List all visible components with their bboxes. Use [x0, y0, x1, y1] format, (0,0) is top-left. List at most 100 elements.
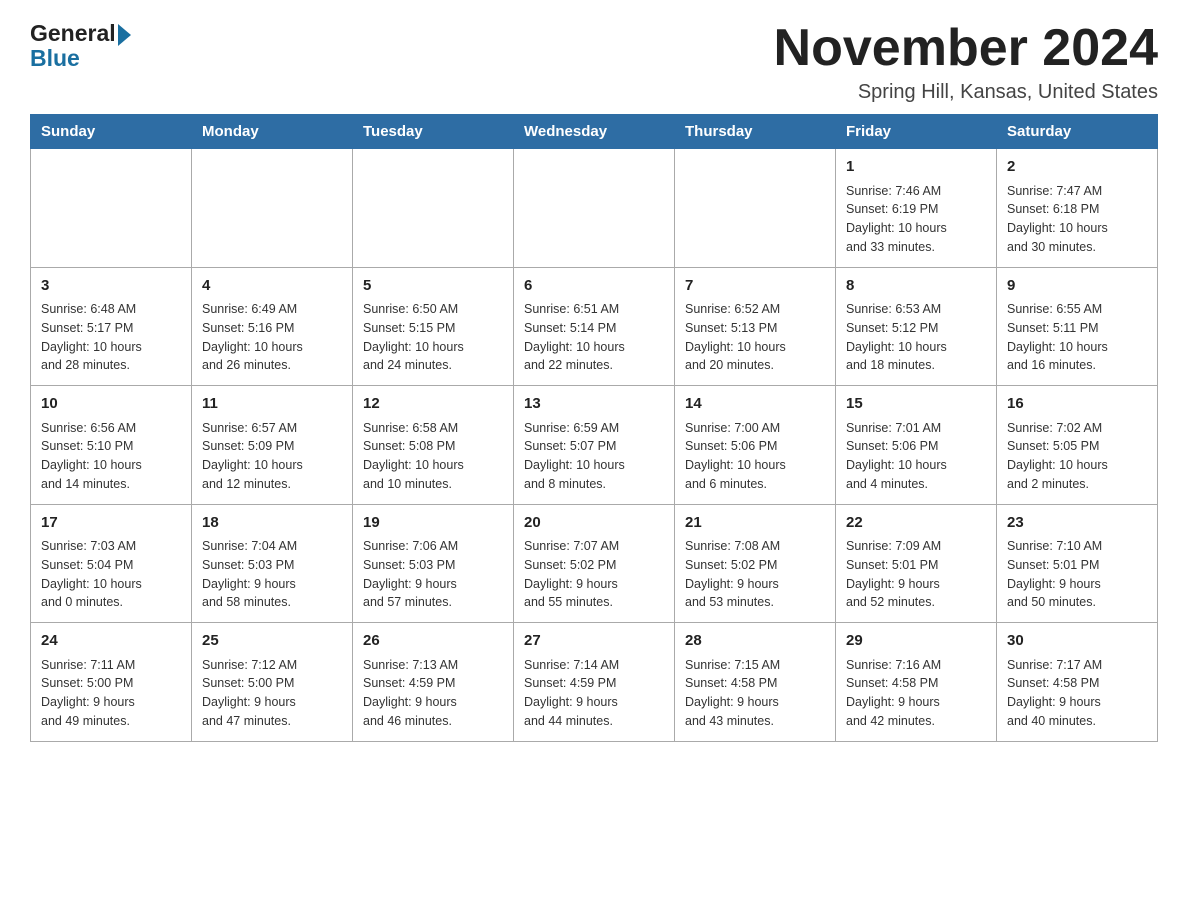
header-day-wednesday: Wednesday [514, 115, 675, 149]
calendar-cell [192, 149, 353, 268]
header-day-tuesday: Tuesday [353, 115, 514, 149]
day-number: 4 [202, 275, 342, 298]
calendar-cell: 15Sunrise: 7:01 AM Sunset: 5:06 PM Dayli… [836, 386, 997, 505]
calendar-cell: 4Sunrise: 6:49 AM Sunset: 5:16 PM Daylig… [192, 267, 353, 386]
day-info: Sunrise: 7:02 AM Sunset: 5:05 PM Dayligh… [1007, 419, 1147, 494]
day-info: Sunrise: 6:50 AM Sunset: 5:15 PM Dayligh… [363, 300, 503, 375]
calendar-cell [31, 149, 192, 268]
day-info: Sunrise: 7:11 AM Sunset: 5:00 PM Dayligh… [41, 656, 181, 731]
day-number: 23 [1007, 512, 1147, 535]
day-number: 21 [685, 512, 825, 535]
day-number: 26 [363, 630, 503, 653]
day-info: Sunrise: 7:01 AM Sunset: 5:06 PM Dayligh… [846, 419, 986, 494]
calendar-cell: 11 Sunrise: 6:57 AM Sunset: 5:09 PM Dayli… [192, 386, 353, 505]
day-info: Sunrise: 7:12 AM Sunset: 5:00 PM Dayligh… [202, 656, 342, 731]
day-number: 12 [363, 393, 503, 416]
day-number: 11 [202, 393, 342, 416]
day-info: Sunrise: 7:09 AM Sunset: 5:01 PM Dayligh… [846, 537, 986, 612]
calendar-cell: 22Sunrise: 7:09 AM Sunset: 5:01 PM Dayli… [836, 504, 997, 623]
calendar-cell: 14 Sunrise: 7:00 AM Sunset: 5:06 PM Dayli… [675, 386, 836, 505]
logo-arrow-icon [118, 24, 131, 46]
day-number: 10 [41, 393, 181, 416]
calendar-cell: 19Sunrise: 7:06 AM Sunset: 5:03 PM Dayli… [353, 504, 514, 623]
day-number: 20 [524, 512, 664, 535]
title-block: November 2024 Spring Hill, Kansas, Unite… [774, 20, 1158, 104]
calendar-cell: 17Sunrise: 7:03 AM Sunset: 5:04 PM Dayli… [31, 504, 192, 623]
header-day-saturday: Saturday [997, 115, 1158, 149]
day-number: 14 [685, 393, 825, 416]
day-info: Sunrise: 7:16 AM Sunset: 4:58 PM Dayligh… [846, 656, 986, 731]
day-info: Sunrise: 6:49 AM Sunset: 5:16 PM Dayligh… [202, 300, 342, 375]
calendar-title: November 2024 [774, 20, 1158, 77]
header-day-monday: Monday [192, 115, 353, 149]
calendar-cell: 12 Sunrise: 6:58 AM Sunset: 5:08 PM Dayli… [353, 386, 514, 505]
day-info: Sunrise: 6:57 AM Sunset: 5:09 PM Dayligh… [202, 419, 342, 494]
calendar-cell: 20Sunrise: 7:07 AM Sunset: 5:02 PM Dayli… [514, 504, 675, 623]
calendar-cell: 30Sunrise: 7:17 AM Sunset: 4:58 PM Dayli… [997, 623, 1158, 742]
calendar-cell: 23Sunrise: 7:10 AM Sunset: 5:01 PM Dayli… [997, 504, 1158, 623]
calendar-cell: 25 Sunrise: 7:12 AM Sunset: 5:00 PM Dayli… [192, 623, 353, 742]
week-row-1: 1 Sunrise: 7:46 AM Sunset: 6:19 PM Daylig… [31, 149, 1158, 268]
calendar-cell [353, 149, 514, 268]
calendar-cell: 24Sunrise: 7:11 AM Sunset: 5:00 PM Dayli… [31, 623, 192, 742]
calendar-cell: 5Sunrise: 6:50 AM Sunset: 5:15 PM Daylig… [353, 267, 514, 386]
day-info: Sunrise: 6:52 AM Sunset: 5:13 PM Dayligh… [685, 300, 825, 375]
header-day-sunday: Sunday [31, 115, 192, 149]
day-info: Sunrise: 6:56 AM Sunset: 5:10 PM Dayligh… [41, 419, 181, 494]
day-number: 3 [41, 275, 181, 298]
day-info: Sunrise: 7:06 AM Sunset: 5:03 PM Dayligh… [363, 537, 503, 612]
calendar-cell: 8Sunrise: 6:53 AM Sunset: 5:12 PM Daylig… [836, 267, 997, 386]
day-info: Sunrise: 7:46 AM Sunset: 6:19 PM Dayligh… [846, 182, 986, 257]
day-info: Sunrise: 6:51 AM Sunset: 5:14 PM Dayligh… [524, 300, 664, 375]
day-info: Sunrise: 6:58 AM Sunset: 5:08 PM Dayligh… [363, 419, 503, 494]
calendar-cell: 27Sunrise: 7:14 AM Sunset: 4:59 PM Dayli… [514, 623, 675, 742]
day-number: 16 [1007, 393, 1147, 416]
calendar-cell: 13 Sunrise: 6:59 AM Sunset: 5:07 PM Dayli… [514, 386, 675, 505]
calendar-cell: 9Sunrise: 6:55 AM Sunset: 5:11 PM Daylig… [997, 267, 1158, 386]
calendar-cell: 29 Sunrise: 7:16 AM Sunset: 4:58 PM Dayli… [836, 623, 997, 742]
day-info: Sunrise: 7:04 AM Sunset: 5:03 PM Dayligh… [202, 537, 342, 612]
calendar-cell: 21Sunrise: 7:08 AM Sunset: 5:02 PM Dayli… [675, 504, 836, 623]
day-info: Sunrise: 7:14 AM Sunset: 4:59 PM Dayligh… [524, 656, 664, 731]
day-info: Sunrise: 7:15 AM Sunset: 4:58 PM Dayligh… [685, 656, 825, 731]
calendar-cell: 7Sunrise: 6:52 AM Sunset: 5:13 PM Daylig… [675, 267, 836, 386]
day-info: Sunrise: 7:10 AM Sunset: 5:01 PM Dayligh… [1007, 537, 1147, 612]
day-number: 18 [202, 512, 342, 535]
day-info: Sunrise: 6:53 AM Sunset: 5:12 PM Dayligh… [846, 300, 986, 375]
calendar-cell: 6Sunrise: 6:51 AM Sunset: 5:14 PM Daylig… [514, 267, 675, 386]
logo-blue-text: Blue [30, 45, 80, 72]
day-info: Sunrise: 6:48 AM Sunset: 5:17 PM Dayligh… [41, 300, 181, 375]
day-info: Sunrise: 7:47 AM Sunset: 6:18 PM Dayligh… [1007, 182, 1147, 257]
day-number: 28 [685, 630, 825, 653]
day-number: 13 [524, 393, 664, 416]
day-info: Sunrise: 6:59 AM Sunset: 5:07 PM Dayligh… [524, 419, 664, 494]
day-number: 30 [1007, 630, 1147, 653]
day-number: 7 [685, 275, 825, 298]
day-number: 19 [363, 512, 503, 535]
day-number: 5 [363, 275, 503, 298]
header-day-friday: Friday [836, 115, 997, 149]
logo: General Blue [30, 20, 131, 72]
day-info: Sunrise: 7:13 AM Sunset: 4:59 PM Dayligh… [363, 656, 503, 731]
calendar-cell: 16 Sunrise: 7:02 AM Sunset: 5:05 PM Dayli… [997, 386, 1158, 505]
week-row-3: 10 Sunrise: 6:56 AM Sunset: 5:10 PM Dayli… [31, 386, 1158, 505]
day-info: Sunrise: 6:55 AM Sunset: 5:11 PM Dayligh… [1007, 300, 1147, 375]
day-number: 6 [524, 275, 664, 298]
day-number: 25 [202, 630, 342, 653]
calendar-cell: 1 Sunrise: 7:46 AM Sunset: 6:19 PM Daylig… [836, 149, 997, 268]
calendar-table: SundayMondayTuesdayWednesdayThursdayFrid… [30, 114, 1158, 742]
week-row-2: 3Sunrise: 6:48 AM Sunset: 5:17 PM Daylig… [31, 267, 1158, 386]
day-number: 29 [846, 630, 986, 653]
calendar-cell [675, 149, 836, 268]
day-number: 17 [41, 512, 181, 535]
logo-general-text: General [30, 20, 116, 47]
day-number: 22 [846, 512, 986, 535]
day-info: Sunrise: 7:08 AM Sunset: 5:02 PM Dayligh… [685, 537, 825, 612]
calendar-cell: 2Sunrise: 7:47 AM Sunset: 6:18 PM Daylig… [997, 149, 1158, 268]
day-info: Sunrise: 7:00 AM Sunset: 5:06 PM Dayligh… [685, 419, 825, 494]
calendar-cell: 3Sunrise: 6:48 AM Sunset: 5:17 PM Daylig… [31, 267, 192, 386]
calendar-cell: 28 Sunrise: 7:15 AM Sunset: 4:58 PM Dayli… [675, 623, 836, 742]
day-number: 1 [846, 156, 986, 179]
day-info: Sunrise: 7:03 AM Sunset: 5:04 PM Dayligh… [41, 537, 181, 612]
calendar-cell: 26 Sunrise: 7:13 AM Sunset: 4:59 PM Dayli… [353, 623, 514, 742]
